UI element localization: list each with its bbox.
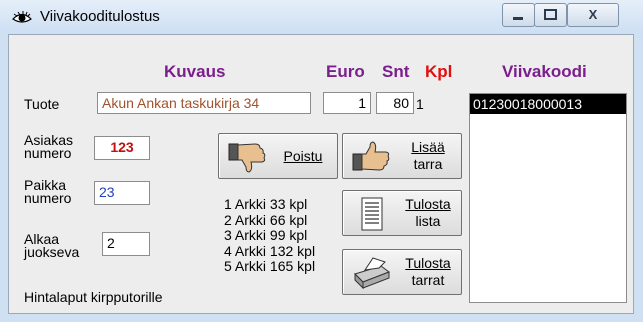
thumbs-up-icon [352,141,390,171]
minimize-button[interactable] [502,3,535,27]
lisaa-tarra-button[interactable]: Lisää tarra [342,133,462,179]
app-window: Viivakooditulostus X Kuvaus Euro Snt Kpl… [0,0,643,322]
close-button[interactable]: X [567,3,619,27]
alkaa-label-line2: juokseva [24,244,80,260]
printer-icon [354,257,391,290]
lisaa-label-line1: Lisää [411,139,445,155]
sheet-item: 5 Arkki 165 kpl [224,258,316,274]
tulosta-tarrat-label-line2: tarrat [411,272,445,288]
paikka-input[interactable]: 23 [94,181,150,205]
header-kpl: Kpl [425,62,453,81]
sheet-item: 2 Arkki 66 kpl [224,211,308,228]
alkaa-input[interactable]: 2 [102,232,150,256]
document-list-icon [361,197,383,231]
tulosta-tarrat-button[interactable]: Tulosta tarrat [342,249,462,295]
kpl-value: 1 [416,96,424,112]
sheet-item: 3 Arkki 99 kpl [224,227,308,243]
tulosta-lista-label-line1: Tulosta [405,196,451,212]
header-snt: Snt [382,62,410,81]
barcode-list[interactable]: 01230018000013 [469,93,627,303]
tulosta-lista-label-line2: lista [415,213,441,229]
minimize-icon [513,17,523,20]
paikka-label-line2: numero [24,190,72,206]
eye-icon [12,11,32,23]
sheet-item: 1 Arkki 33 kpl [224,196,308,212]
asiakas-label-line2: numero [24,145,72,161]
maximize-button[interactable] [534,3,567,27]
footer-text: Hintalaput kirpputorille [24,289,163,305]
poistu-button[interactable]: Poistu [218,133,338,179]
thumbs-down-icon [228,143,266,173]
tuote-label: Tuote [24,96,60,112]
list-item[interactable]: 01230018000013 [470,94,626,114]
title-bar[interactable]: Viivakooditulostus X [0,0,643,34]
lisaa-label-line2: tarra [413,156,443,172]
header-kuvaus: Kuvaus [164,62,226,81]
maximize-icon [544,9,557,20]
header-viivakoodi: Viivakoodi [502,62,587,81]
header-euro: Euro [326,62,365,81]
poistu-label: Poistu [283,148,323,164]
sheet-item: 4 Arkki 132 kpl [224,242,316,259]
close-icon: X [588,7,598,22]
sheet-list: 1 Arkki 33 kpl 2 Arkki 66 kpl 3 Arkki 99… [224,196,316,275]
asiakas-input[interactable]: 123 [94,136,150,160]
snt-input[interactable]: 80 [376,92,414,114]
tulosta-lista-button[interactable]: Tulosta lista [342,190,462,236]
tulosta-tarrat-label-line1: Tulosta [405,255,451,271]
tuote-input[interactable]: Akun Ankan taskukirja 34 [97,92,311,114]
window-title: Viivakooditulostus [40,8,160,25]
euro-input[interactable]: 1 [323,92,371,114]
